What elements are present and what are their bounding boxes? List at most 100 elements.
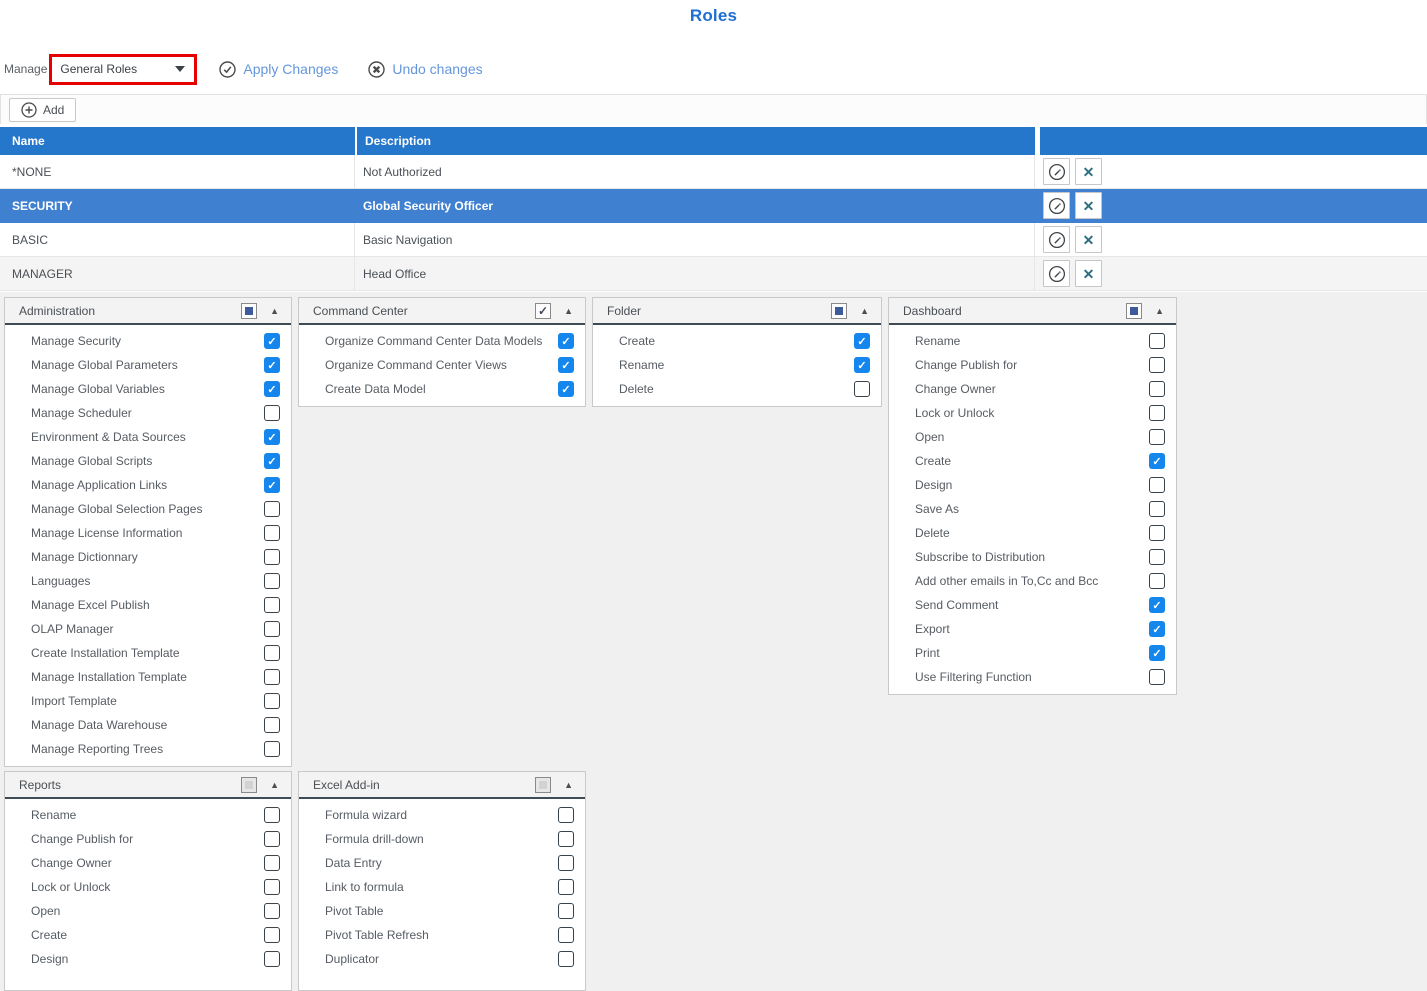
permission-checkbox[interactable] bbox=[264, 621, 280, 637]
permission-checkbox[interactable] bbox=[558, 333, 574, 349]
permission-item: Pivot Table bbox=[299, 899, 585, 923]
collapse-arrow-icon[interactable]: ▲ bbox=[270, 780, 279, 790]
role-name-cell: *NONE bbox=[0, 155, 355, 188]
permission-checkbox[interactable] bbox=[264, 549, 280, 565]
undo-changes-button[interactable]: Undo changes bbox=[368, 61, 482, 78]
permission-checkbox[interactable] bbox=[1149, 549, 1165, 565]
edit-role-button[interactable] bbox=[1043, 226, 1070, 253]
permission-checkbox[interactable] bbox=[264, 717, 280, 733]
permission-checkbox[interactable] bbox=[1149, 621, 1165, 637]
edit-role-button[interactable] bbox=[1043, 260, 1070, 287]
permission-checkbox[interactable] bbox=[264, 927, 280, 943]
apply-changes-label: Apply Changes bbox=[243, 61, 338, 77]
permission-label: Subscribe to Distribution bbox=[915, 550, 1149, 564]
permission-checkbox[interactable] bbox=[558, 807, 574, 823]
permission-checkbox[interactable] bbox=[854, 333, 870, 349]
permission-checkbox[interactable] bbox=[264, 573, 280, 589]
permission-checkbox[interactable] bbox=[264, 525, 280, 541]
permission-checkbox[interactable] bbox=[264, 477, 280, 493]
panel-checkall-checkbox[interactable] bbox=[535, 303, 551, 319]
permission-label: Manage Global Parameters bbox=[31, 358, 264, 372]
permission-checkbox[interactable] bbox=[264, 855, 280, 871]
permission-checkbox[interactable] bbox=[264, 951, 280, 967]
permission-checkbox[interactable] bbox=[1149, 405, 1165, 421]
manage-roles-select[interactable]: General Roles bbox=[52, 57, 194, 82]
delete-role-button[interactable]: ✕ bbox=[1075, 192, 1102, 219]
collapse-arrow-icon[interactable]: ▲ bbox=[564, 306, 573, 316]
delete-role-button[interactable]: ✕ bbox=[1075, 260, 1102, 287]
collapse-arrow-icon[interactable]: ▲ bbox=[860, 306, 869, 316]
permission-checkbox[interactable] bbox=[1149, 525, 1165, 541]
table-row[interactable]: BASICBasic Navigation✕ bbox=[0, 223, 1427, 257]
panel-checkall-checkbox[interactable] bbox=[535, 777, 551, 793]
collapse-arrow-icon[interactable]: ▲ bbox=[270, 306, 279, 316]
circle-x-icon bbox=[368, 61, 385, 78]
permission-item: Open bbox=[889, 425, 1176, 449]
permission-checkbox[interactable] bbox=[558, 831, 574, 847]
permission-checkbox[interactable] bbox=[558, 927, 574, 943]
permission-checkbox[interactable] bbox=[1149, 453, 1165, 469]
permission-checkbox[interactable] bbox=[854, 381, 870, 397]
column-header-description[interactable]: Description bbox=[357, 127, 1035, 155]
permission-checkbox[interactable] bbox=[264, 405, 280, 421]
panel-checkall-checkbox[interactable] bbox=[831, 303, 847, 319]
permission-checkbox[interactable] bbox=[558, 381, 574, 397]
permission-checkbox[interactable] bbox=[1149, 501, 1165, 517]
permission-item: Languages bbox=[5, 569, 291, 593]
permission-checkbox[interactable] bbox=[854, 357, 870, 373]
permission-checkbox[interactable] bbox=[1149, 597, 1165, 613]
permission-checkbox[interactable] bbox=[264, 693, 280, 709]
permission-checkbox[interactable] bbox=[558, 855, 574, 871]
permission-checkbox[interactable] bbox=[264, 879, 280, 895]
table-row[interactable]: *NONENot Authorized✕ bbox=[0, 155, 1427, 189]
permission-checkbox[interactable] bbox=[264, 429, 280, 445]
permission-label: Manage Excel Publish bbox=[31, 598, 264, 612]
permission-checkbox[interactable] bbox=[264, 381, 280, 397]
permission-checkbox[interactable] bbox=[1149, 429, 1165, 445]
add-role-button[interactable]: Add bbox=[9, 98, 76, 122]
permission-checkbox[interactable] bbox=[1149, 381, 1165, 397]
roles-table: Name Description *NONENot Authorized✕SEC… bbox=[0, 127, 1427, 291]
permission-checkbox[interactable] bbox=[264, 453, 280, 469]
apply-changes-button[interactable]: Apply Changes bbox=[219, 61, 338, 78]
permission-checkbox[interactable] bbox=[1149, 477, 1165, 493]
column-header-name[interactable]: Name bbox=[0, 127, 355, 155]
panel-checkall-checkbox[interactable] bbox=[241, 303, 257, 319]
permission-checkbox[interactable] bbox=[1149, 669, 1165, 685]
permission-checkbox[interactable] bbox=[1149, 357, 1165, 373]
delete-role-button[interactable]: ✕ bbox=[1075, 226, 1102, 253]
table-row[interactable]: MANAGERHead Office✕ bbox=[0, 257, 1427, 291]
permission-checkbox[interactable] bbox=[264, 597, 280, 613]
table-row[interactable]: SECURITYGlobal Security Officer✕ bbox=[0, 189, 1427, 223]
collapse-arrow-icon[interactable]: ▲ bbox=[564, 780, 573, 790]
permission-checkbox[interactable] bbox=[1149, 333, 1165, 349]
selected-option-label: General Roles bbox=[60, 62, 137, 76]
permission-checkbox[interactable] bbox=[264, 903, 280, 919]
permission-checkbox[interactable] bbox=[264, 831, 280, 847]
permission-checkbox[interactable] bbox=[1149, 573, 1165, 589]
permission-checkbox[interactable] bbox=[558, 879, 574, 895]
permission-checkbox[interactable] bbox=[1149, 645, 1165, 661]
permission-checkbox[interactable] bbox=[264, 741, 280, 757]
permission-label: Manage Security bbox=[31, 334, 264, 348]
permission-item: Organize Command Center Data Models bbox=[299, 329, 585, 353]
permission-checkbox[interactable] bbox=[558, 903, 574, 919]
permission-checkbox[interactable] bbox=[264, 333, 280, 349]
permission-checkbox[interactable] bbox=[264, 807, 280, 823]
delete-role-button[interactable]: ✕ bbox=[1075, 158, 1102, 185]
edit-role-button[interactable] bbox=[1043, 158, 1070, 185]
permission-checkbox[interactable] bbox=[264, 501, 280, 517]
permission-label: Create bbox=[31, 928, 264, 942]
panel-checkall-checkbox[interactable] bbox=[1126, 303, 1142, 319]
permission-checkbox[interactable] bbox=[558, 951, 574, 967]
permission-checkbox[interactable] bbox=[264, 669, 280, 685]
permission-label: Organize Command Center Data Models bbox=[325, 334, 558, 348]
permission-label: Rename bbox=[915, 334, 1149, 348]
edit-role-button[interactable] bbox=[1043, 192, 1070, 219]
permission-checkbox[interactable] bbox=[558, 357, 574, 373]
panel-checkall-checkbox[interactable] bbox=[241, 777, 257, 793]
permission-item: OLAP Manager bbox=[5, 617, 291, 641]
permission-checkbox[interactable] bbox=[264, 357, 280, 373]
permission-checkbox[interactable] bbox=[264, 645, 280, 661]
collapse-arrow-icon[interactable]: ▲ bbox=[1155, 306, 1164, 316]
